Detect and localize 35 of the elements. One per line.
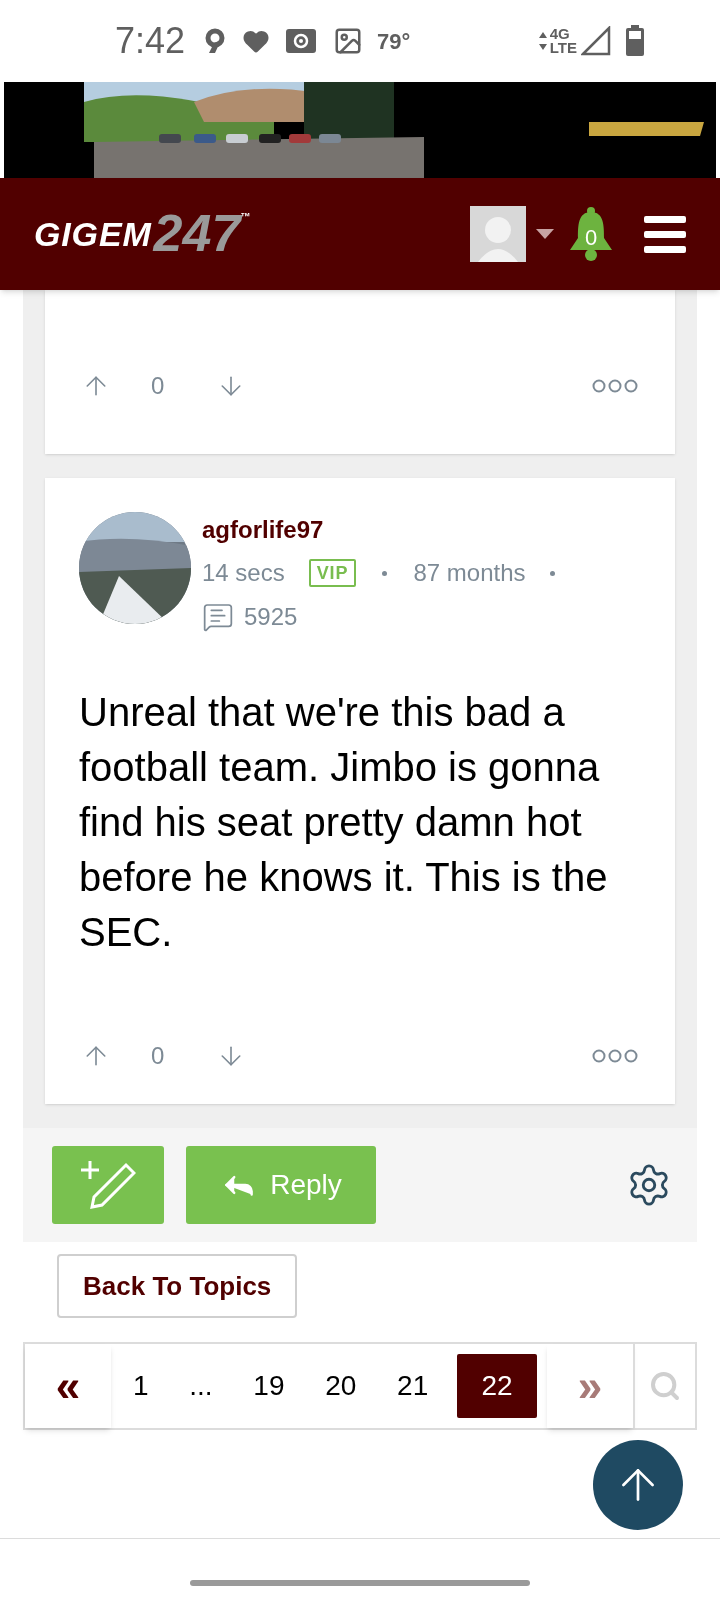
signal-icon: [581, 26, 611, 56]
vip-badge: VIP: [308, 559, 357, 587]
network-type: LTE: [549, 41, 577, 55]
image-icon: [333, 26, 364, 56]
comment-icon: [202, 601, 234, 633]
dropdown-caret-icon[interactable]: [536, 229, 554, 239]
logo-number: 247: [153, 208, 241, 257]
battery-icon: [625, 25, 645, 57]
post-time: 14 secs: [202, 559, 285, 587]
clock: 7:42: [115, 19, 186, 63]
plus-pencil-icon: [80, 1159, 136, 1211]
post-body: Unreal that we're this bad a football team. Jimbo is gonna find his seat pretty damn hot before he knows it. This is the SEC.: [78, 689, 609, 956]
page-link[interactable]: 1: [121, 1354, 161, 1418]
vote-count: 0: [151, 371, 165, 401]
radio-icon: [285, 28, 318, 54]
network-type: 4G: [549, 27, 571, 41]
new-post-button[interactable]: [52, 1146, 164, 1224]
temperature: 79°: [377, 27, 411, 56]
logo-word: GIGEM: [34, 213, 152, 255]
data-arrows-icon: [537, 31, 548, 51]
back-to-topics-button[interactable]: Back To Topics: [57, 1254, 298, 1318]
member-tenure: 87 months: [413, 559, 526, 587]
next-page-button[interactable]: »: [547, 1344, 633, 1428]
page-link[interactable]: 21: [385, 1354, 441, 1418]
more-options-icon[interactable]: [591, 379, 639, 393]
more-options-icon[interactable]: [591, 1049, 639, 1063]
menu-icon[interactable]: [644, 215, 686, 253]
vote-count: 0: [151, 1041, 165, 1071]
author-name[interactable]: agforlife97: [202, 515, 555, 545]
page-link[interactable]: ...: [177, 1354, 225, 1418]
page-link[interactable]: 19: [241, 1354, 297, 1418]
first-page-button[interactable]: «: [25, 1344, 111, 1428]
page-link[interactable]: 20: [313, 1354, 369, 1418]
page-link[interactable]: 22: [457, 1354, 537, 1418]
comment-count: 5925: [244, 602, 298, 632]
